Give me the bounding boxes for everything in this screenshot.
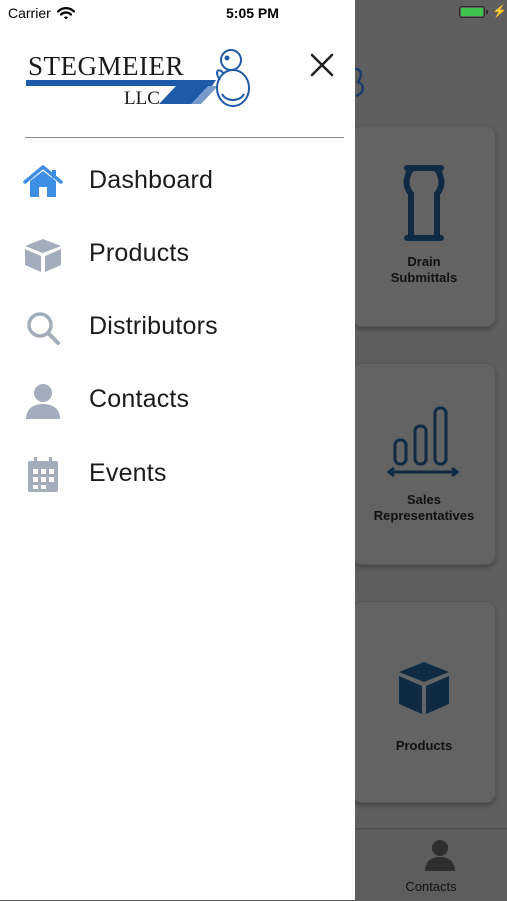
close-icon[interactable]	[307, 50, 337, 80]
menu-item-label: Dashboard	[89, 166, 214, 194]
menu-item-events[interactable]: Events	[0, 447, 355, 503]
menu-item-label: Contacts	[89, 385, 190, 413]
card-label: Products	[395, 738, 453, 753]
drain-icon	[403, 165, 445, 241]
card-label: Sales Representatives	[373, 492, 475, 523]
card-label: Drain Submittals	[390, 254, 458, 285]
wifi-icon	[56, 6, 75, 19]
card-sales-representatives[interactable]: Sales Representatives	[352, 363, 496, 565]
logo-brand-text: STEGMEIER	[28, 51, 184, 81]
logo-mascot	[216, 49, 250, 107]
status-bar-right: ⚡	[355, 0, 507, 28]
home-icon	[23, 165, 63, 197]
person-icon	[425, 840, 455, 871]
cube-icon	[25, 239, 61, 272]
card-drain-submittals[interactable]: Drain Submittals	[352, 125, 496, 327]
stegmeier-logo: STEGMEIER LLC	[26, 49, 250, 109]
menu-item-dashboard[interactable]: Dashboard	[0, 154, 355, 210]
person-icon	[26, 384, 60, 419]
side-drawer: Carrier 5:05 PM STEGMEIER LLC Dashboard …	[0, 0, 355, 900]
bar-chart-icon	[387, 406, 460, 478]
carrier-label: Carrier	[8, 5, 51, 21]
battery-icon	[459, 6, 485, 18]
status-time: 5:05 PM	[226, 5, 279, 21]
charging-bolt-icon: ⚡	[492, 4, 507, 18]
menu-item-label: Distributors	[89, 312, 218, 340]
tab-label: Contacts	[405, 879, 457, 894]
menu-item-label: Products	[89, 239, 190, 267]
divider	[25, 137, 344, 138]
tab-contacts[interactable]: Contacts	[355, 829, 507, 901]
status-bar-left: Carrier	[8, 5, 75, 21]
calendar-icon	[28, 457, 58, 492]
battery-tip	[486, 10, 488, 14]
logo-suffix-text: LLC	[124, 88, 160, 109]
tab-bar: Contacts	[355, 828, 507, 901]
search-icon	[27, 312, 60, 345]
menu-item-distributors[interactable]: Distributors	[0, 300, 355, 356]
menu-item-label: Events	[89, 459, 167, 487]
cube-icon	[399, 662, 449, 714]
menu-item-contacts[interactable]: Contacts	[0, 373, 355, 429]
card-products[interactable]: Products	[352, 601, 496, 803]
menu-item-products[interactable]: Products	[0, 227, 355, 283]
